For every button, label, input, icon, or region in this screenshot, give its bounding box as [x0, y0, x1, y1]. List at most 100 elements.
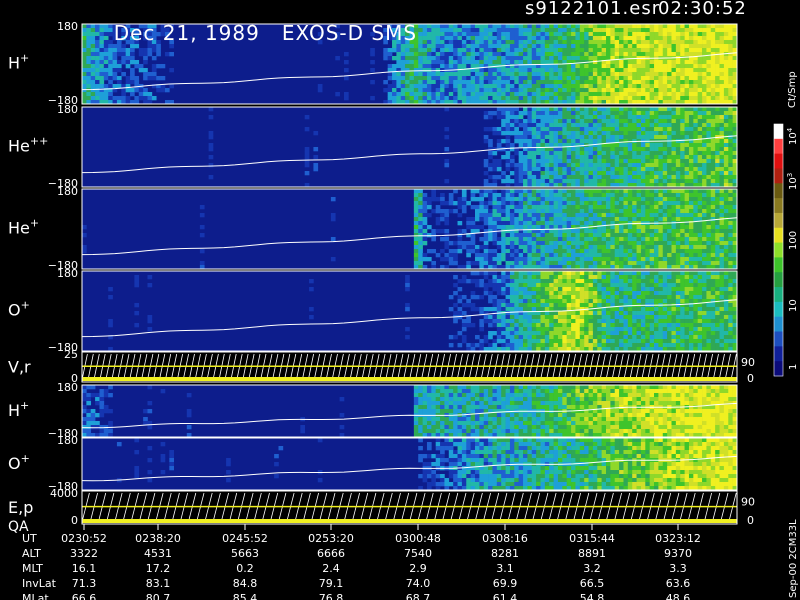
- heatmap-cell: [702, 237, 707, 242]
- heatmap-cell: [130, 48, 135, 53]
- heatmap-cell: [475, 28, 480, 33]
- heatmap-cell: [606, 229, 611, 234]
- heatmap-cell: [636, 163, 642, 168]
- heatmap-cell: [396, 84, 402, 89]
- heatmap-cell: [610, 72, 616, 77]
- heatmap-cell: [597, 139, 602, 144]
- heatmap-cell: [553, 335, 559, 340]
- heatmap-cell: [409, 72, 415, 77]
- heatmap-cell: [536, 163, 541, 168]
- heatmap-cell: [536, 221, 541, 226]
- heatmap-cell: [514, 80, 519, 85]
- heatmap-cell: [697, 257, 703, 262]
- heatmap-cell: [667, 135, 672, 140]
- heatmap-cell: [544, 36, 550, 41]
- heatmap-cell: [658, 143, 664, 148]
- heatmap-cell: [675, 205, 681, 210]
- heatmap-cell: [457, 88, 463, 93]
- heatmap-cell: [518, 60, 524, 65]
- heatmap-cell: [470, 32, 476, 37]
- heatmap-cell: [588, 249, 594, 254]
- heatmap-cell: [588, 139, 594, 144]
- heatmap-cell: [540, 343, 546, 348]
- heatmap-cell: [688, 84, 694, 89]
- heatmap-cell: [405, 76, 410, 81]
- heatmap-cell: [649, 257, 655, 262]
- heatmap-cell: [540, 287, 546, 292]
- heatmap-cell: [614, 48, 620, 53]
- heatmap-cell: [453, 32, 458, 37]
- heatmap-cell: [649, 201, 655, 206]
- heatmap-cell: [488, 32, 493, 37]
- heatmap-cell: [688, 92, 694, 97]
- heatmap-cell: [610, 193, 616, 198]
- heatmap-cell: [693, 261, 698, 266]
- heatmap-cell: [710, 44, 716, 49]
- heatmap-cell: [715, 72, 720, 77]
- heatmap-cell: [453, 275, 458, 280]
- heatmap-cell: [627, 155, 633, 160]
- heatmap-cell: [112, 68, 118, 73]
- heatmap-cell: [702, 193, 707, 198]
- heatmap-cell: [614, 233, 620, 238]
- heatmap-cell: [619, 167, 624, 172]
- heatmap-cell: [488, 257, 493, 262]
- heatmap-cell: [557, 151, 563, 156]
- heatmap-cell: [702, 56, 707, 61]
- heatmap-cell: [571, 115, 576, 120]
- heatmap-cell: [514, 167, 519, 172]
- heatmap-cell: [571, 44, 576, 49]
- heatmap-cell: [715, 131, 720, 136]
- heatmap-cell: [409, 84, 415, 89]
- heatmap-cell: [697, 147, 703, 152]
- heatmap-cell: [544, 193, 550, 198]
- heatmap-cell: [509, 189, 515, 194]
- heatmap-cell: [627, 171, 633, 176]
- heatmap-cell: [309, 287, 314, 292]
- heatmap-cell: [470, 261, 476, 266]
- heatmap-cell: [557, 339, 563, 344]
- heatmap-cell: [370, 52, 375, 57]
- heatmap-cell: [387, 56, 393, 61]
- heatmap-cell: [654, 84, 659, 89]
- heatmap-cell: [584, 217, 589, 222]
- heatmap-cell: [671, 213, 677, 218]
- heatmap-cell: [606, 147, 611, 152]
- heatmap-cell: [597, 123, 602, 128]
- heatmap-cell: [505, 287, 511, 292]
- heatmap-cell: [649, 88, 655, 93]
- heatmap-cell: [514, 217, 519, 222]
- heatmap-cell: [654, 197, 659, 202]
- heatmap-cell: [649, 123, 655, 128]
- heatmap-cell: [82, 72, 87, 77]
- heatmap-cell: [680, 64, 685, 69]
- heatmap-cell: [518, 331, 524, 336]
- heatmap-cell: [719, 76, 725, 81]
- heatmap-cell: [566, 253, 572, 258]
- heatmap-cell: [667, 253, 672, 258]
- heatmap-cell: [527, 283, 533, 288]
- heatmap-cell: [505, 36, 511, 41]
- heatmap-cell: [575, 291, 581, 296]
- heatmap-cell: [571, 335, 576, 340]
- heatmap-cell: [619, 107, 624, 112]
- heatmap-cell: [627, 221, 633, 226]
- heatmap-cell: [509, 96, 515, 101]
- heatmap-cell: [658, 225, 664, 230]
- heatmap-cell: [396, 96, 402, 101]
- heatmap-cell: [496, 339, 502, 344]
- heatmap-cell: [496, 283, 502, 288]
- heatmap-cell: [457, 343, 463, 348]
- heatmap-cell: [466, 88, 471, 93]
- heatmap-cell: [527, 96, 533, 101]
- heatmap-cell: [619, 193, 624, 198]
- heatmap-cell: [531, 96, 537, 101]
- heatmap-cell: [496, 315, 502, 320]
- heatmap-cell: [579, 159, 585, 164]
- heatmap-cell: [470, 96, 476, 101]
- heatmap-cell: [675, 72, 681, 77]
- heatmap-cell: [662, 32, 668, 37]
- heatmap-cell: [575, 24, 581, 29]
- heatmap-cell: [505, 163, 511, 168]
- heatmap-cell: [418, 261, 423, 266]
